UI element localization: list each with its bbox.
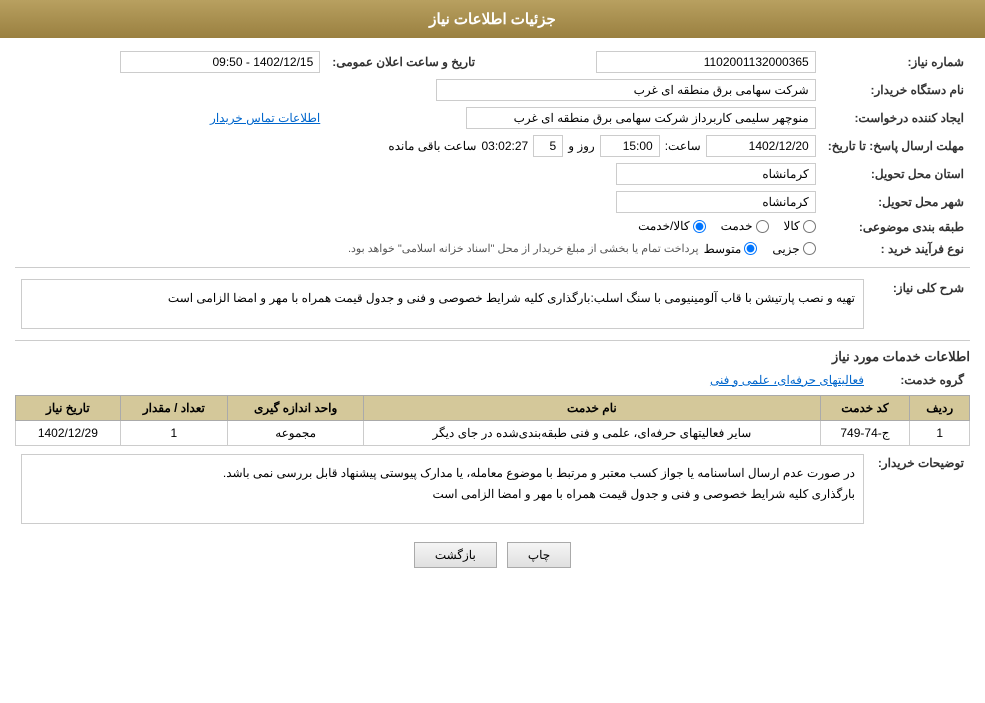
- page-header: جزئیات اطلاعات نیاز: [0, 0, 985, 38]
- buyer-description-table: توضیحات خریدار: در صورت عدم ارسال اساسنا…: [15, 451, 970, 527]
- service-group-table: گروه خدمت: فعالیتهای حرفه‌ای، علمی و فنی: [15, 370, 970, 390]
- deadline-time: 15:00: [600, 135, 660, 157]
- city-label: شهر محل تحویل:: [822, 188, 970, 216]
- category-row: طبقه بندی موضوعی: کالا خدمت کالا/خدمت: [15, 216, 970, 239]
- creator-value: منوچهر سلیمی کاربرداز شرکت سهامی برق منط…: [466, 107, 816, 129]
- services-title: اطلاعات خدمات مورد نیاز: [15, 349, 970, 365]
- page-title: جزئیات اطلاعات نیاز: [429, 11, 556, 28]
- announce-label: تاریخ و ساعت اعلان عمومی:: [326, 48, 481, 76]
- print-button[interactable]: چاپ: [507, 542, 571, 568]
- page-wrapper: جزئیات اطلاعات نیاز شماره نیاز: 11020011…: [0, 0, 985, 703]
- requester-org-label: نام دستگاه خریدار:: [822, 76, 970, 104]
- creator-row: ایجاد کننده درخواست: منوچهر سلیمی کاربرد…: [15, 104, 970, 132]
- overall-description-label: شرح کلی نیاز:: [870, 276, 970, 332]
- process-option-motavasset: متوسط: [704, 242, 758, 256]
- process-note: پرداخت تمام یا بخشی از مبلغ خریدار از مح…: [348, 242, 699, 255]
- requester-org-value: شرکت سهامی برق منطقه ای غرب: [436, 79, 816, 101]
- category-option-khedmat: خدمت: [721, 219, 769, 233]
- col-unit: واحد اندازه گیری: [228, 395, 364, 420]
- grid-header: ردیف کد خدمت نام خدمت واحد اندازه گیری ت…: [16, 395, 970, 420]
- table-row: 1 ج-74-749 سایر فعالیتهای حرفه‌ای، علمی …: [16, 420, 970, 445]
- main-content: شماره نیاز: 1102001132000365 تاریخ و ساع…: [0, 38, 985, 593]
- request-number-label: شماره نیاز:: [822, 48, 970, 76]
- deadline-days-label: روز و: [568, 139, 595, 153]
- process-row: نوع فرآیند خرید : جزیی متوسط پرداخت تمام…: [15, 239, 970, 259]
- category-option-kala-khedmat: کالا/خدمت: [638, 219, 705, 233]
- category-label: طبقه بندی موضوعی:: [822, 216, 970, 239]
- contact-link[interactable]: اطلاعات تماس خریدار: [210, 111, 320, 125]
- divider-1: [15, 267, 970, 268]
- process-option-jozei: جزیی: [772, 242, 815, 256]
- deadline-remaining: 03:02:27: [481, 139, 528, 153]
- service-name: سایر فعالیتهای حرفه‌ای، علمی و فنی طبقه‌…: [364, 420, 820, 445]
- category-radio-khedmat[interactable]: [756, 220, 769, 233]
- quantity: 1: [120, 420, 227, 445]
- city-row: شهر محل تحویل: کرمانشاه: [15, 188, 970, 216]
- grid-header-row: ردیف کد خدمت نام خدمت واحد اندازه گیری ت…: [16, 395, 970, 420]
- buyer-description-row: توضیحات خریدار: در صورت عدم ارسال اساسنا…: [15, 451, 970, 527]
- col-service-name: نام خدمت: [364, 395, 820, 420]
- city-value: کرمانشاه: [616, 191, 816, 213]
- process-radio-jozei[interactable]: [803, 242, 816, 255]
- deadline-label: مهلت ارسال پاسخ: تا تاریخ:: [822, 132, 970, 160]
- unit: مجموعه: [228, 420, 364, 445]
- divider-2: [15, 340, 970, 341]
- province-row: استان محل تحویل: کرمانشاه: [15, 160, 970, 188]
- col-date: تاریخ نیاز: [16, 395, 121, 420]
- footer-buttons: چاپ بازگشت: [15, 542, 970, 568]
- description-table: شرح کلی نیاز: تهیه و نصب پارتیشن با قاب …: [15, 276, 970, 332]
- grid-body: 1 ج-74-749 سایر فعالیتهای حرفه‌ای، علمی …: [16, 420, 970, 445]
- province-value: کرمانشاه: [616, 163, 816, 185]
- back-button[interactable]: بازگشت: [414, 542, 497, 568]
- deadline-time-label: ساعت:: [665, 139, 701, 153]
- creator-label: ایجاد کننده درخواست:: [822, 104, 970, 132]
- row-num: 1: [910, 420, 970, 445]
- col-row-num: ردیف: [910, 395, 970, 420]
- overall-description-row: شرح کلی نیاز: تهیه و نصب پارتیشن با قاب …: [15, 276, 970, 332]
- service-code: ج-74-749: [820, 420, 910, 445]
- process-fields: جزیی متوسط پرداخت تمام یا بخشی از مبلغ خ…: [21, 242, 816, 256]
- category-radio-group: کالا خدمت کالا/خدمت: [638, 219, 816, 233]
- services-grid: ردیف کد خدمت نام خدمت واحد اندازه گیری ت…: [15, 395, 970, 446]
- deadline-remaining-label: ساعت باقی مانده: [388, 139, 476, 153]
- announce-value: 1402/12/15 - 09:50: [120, 51, 320, 73]
- category-radio-kala[interactable]: [803, 220, 816, 233]
- service-group-value[interactable]: فعالیتهای حرفه‌ای، علمی و فنی: [710, 373, 864, 387]
- info-table: شماره نیاز: 1102001132000365 تاریخ و ساع…: [15, 48, 970, 259]
- service-group-row: گروه خدمت: فعالیتهای حرفه‌ای، علمی و فنی: [15, 370, 970, 390]
- requester-row: نام دستگاه خریدار: شرکت سهامی برق منطقه …: [15, 76, 970, 104]
- col-service-code: کد خدمت: [820, 395, 910, 420]
- col-quantity: تعداد / مقدار: [120, 395, 227, 420]
- request-number-row: شماره نیاز: 1102001132000365 تاریخ و ساع…: [15, 48, 970, 76]
- process-label: نوع فرآیند خرید :: [822, 239, 970, 259]
- process-radio-motavasset[interactable]: [744, 242, 757, 255]
- deadline-fields: 1402/12/20 ساعت: 15:00 روز و 5 03:02:27 …: [21, 135, 816, 157]
- process-radio-group: جزیی متوسط: [704, 242, 816, 256]
- need-date: 1402/12/29: [16, 420, 121, 445]
- overall-description-value: تهیه و نصب پارتیشن با قاب آلومینیومی با …: [21, 279, 864, 329]
- request-number-value: 1102001132000365: [596, 51, 816, 73]
- buyer-description-label: توضیحات خریدار:: [870, 451, 970, 527]
- province-label: استان محل تحویل:: [822, 160, 970, 188]
- category-radio-kala-khedmat[interactable]: [693, 220, 706, 233]
- buyer-description-value: در صورت عدم ارسال اساسنامه یا جواز کسب م…: [21, 454, 864, 524]
- category-option-kala: کالا: [784, 219, 816, 233]
- deadline-days: 5: [533, 135, 563, 157]
- deadline-row: مهلت ارسال پاسخ: تا تاریخ: 1402/12/20 سا…: [15, 132, 970, 160]
- deadline-date: 1402/12/20: [706, 135, 816, 157]
- service-group-label: گروه خدمت:: [870, 370, 970, 390]
